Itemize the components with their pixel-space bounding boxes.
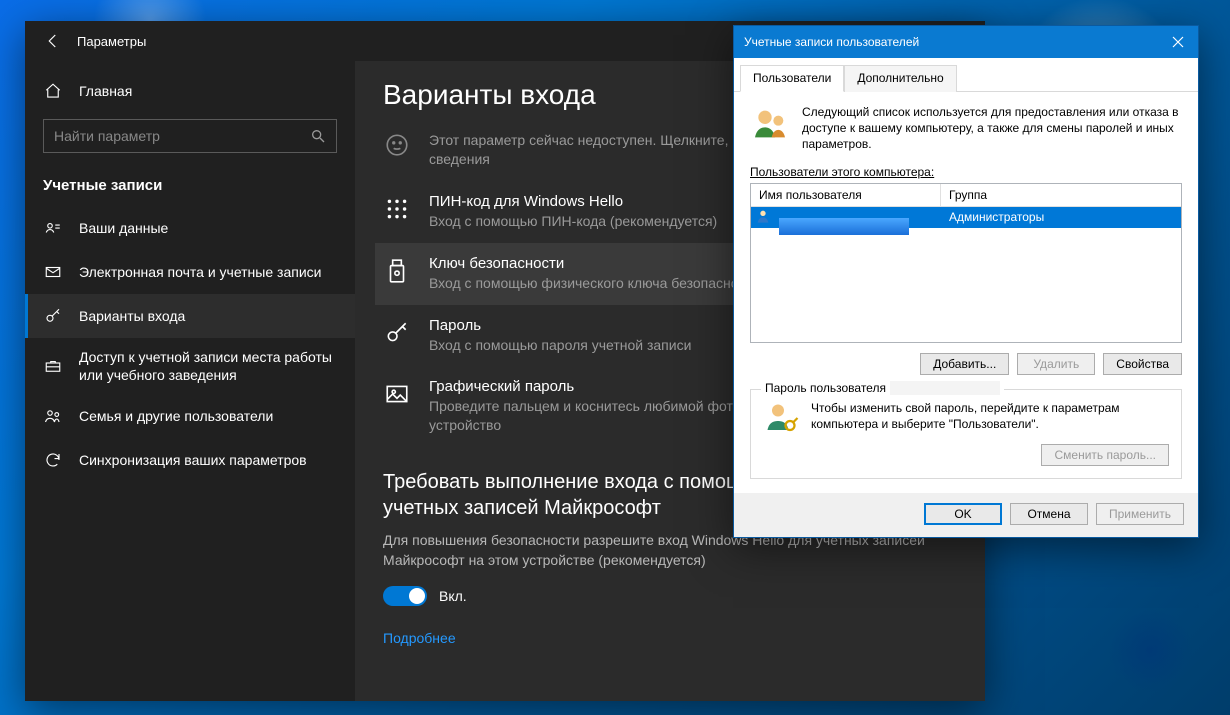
dialog-footer: OK Отмена Применить (734, 493, 1198, 537)
hello-toggle[interactable] (383, 586, 427, 606)
nav-home[interactable]: Главная (25, 69, 355, 113)
key-icon (383, 319, 411, 347)
user-properties-button[interactable]: Свойства (1103, 353, 1182, 375)
redacted-username-small (890, 381, 1000, 395)
user-key-icon (763, 400, 799, 436)
settings-search[interactable] (43, 119, 337, 153)
nav-label: Доступ к учетной записи места работы или… (79, 348, 337, 384)
redacted-username (779, 218, 909, 235)
nav-home-label: Главная (79, 83, 132, 99)
face-icon (383, 131, 411, 159)
nav-family[interactable]: Семья и другие пользователи (25, 394, 355, 438)
sync-icon (43, 450, 63, 470)
search-input[interactable] (54, 128, 310, 144)
user-list[interactable]: Имя пользователя Группа Администраторы (750, 183, 1182, 343)
nav-your-info[interactable]: Ваши данные (25, 206, 355, 250)
users-icon (750, 104, 790, 144)
userlist-label: Пользователи этого компьютера: (750, 165, 1182, 179)
nav-label: Синхронизация ваших параметров (79, 452, 307, 468)
user-row-group: Администраторы (941, 210, 1181, 224)
userlist-header: Имя пользователя Группа (751, 184, 1181, 207)
back-button[interactable] (41, 29, 65, 53)
nav-email[interactable]: Электронная почта и учетные записи (25, 250, 355, 294)
keypad-icon (383, 195, 411, 223)
nav-signin-options[interactable]: Варианты входа (25, 294, 355, 338)
key-icon (43, 306, 63, 326)
settings-sidebar: Главная Учетные записи Ваши данные Элек (25, 61, 355, 701)
user-row-icon (755, 208, 773, 226)
settings-title: Параметры (77, 34, 146, 49)
dialog-body: Следующий список используется для предос… (734, 92, 1198, 493)
toggle-label: Вкл. (439, 588, 467, 604)
dialog-intro-text: Следующий список используется для предос… (802, 104, 1182, 153)
dialog-title: Учетные записи пользователей (744, 35, 919, 49)
nav-label: Ваши данные (79, 220, 168, 236)
dialog-tabs: Пользователи Дополнительно (734, 58, 1198, 92)
nav-label: Семья и другие пользователи (79, 408, 273, 424)
nav-label: Электронная почта и учетные записи (79, 264, 321, 280)
nav-work-access[interactable]: Доступ к учетной записи места работы или… (25, 338, 355, 394)
sidebar-section-label: Учетные записи (25, 167, 355, 206)
user-row[interactable]: Администраторы (751, 207, 1181, 228)
col-username[interactable]: Имя пользователя (751, 184, 941, 206)
person-card-icon (43, 218, 63, 238)
tab-users[interactable]: Пользователи (740, 65, 844, 92)
user-accounts-dialog: Учетные записи пользователей Пользовател… (733, 25, 1199, 538)
col-group[interactable]: Группа (941, 184, 1181, 206)
search-icon (310, 128, 326, 144)
nav-sync[interactable]: Синхронизация ваших параметров (25, 438, 355, 482)
briefcase-icon (43, 356, 63, 376)
remove-user-button: Удалить (1017, 353, 1095, 375)
add-user-button[interactable]: Добавить... (920, 353, 1009, 375)
dialog-titlebar: Учетные записи пользователей (734, 26, 1198, 58)
usb-key-icon (383, 257, 411, 285)
mail-icon (43, 262, 63, 282)
people-icon (43, 406, 63, 426)
learn-more-link[interactable]: Подробнее (383, 630, 456, 646)
home-icon (43, 81, 63, 101)
password-fieldset: Пароль пользователя Чтобы изменить свой … (750, 389, 1182, 479)
picture-icon (383, 380, 411, 408)
cancel-button[interactable]: Отмена (1010, 503, 1088, 525)
tab-advanced[interactable]: Дополнительно (844, 65, 956, 92)
apply-button: Применить (1096, 503, 1184, 525)
nav-label: Варианты входа (79, 308, 185, 324)
password-hint-text: Чтобы изменить свой пароль, перейдите к … (811, 400, 1169, 432)
change-password-button: Сменить пароль... (1041, 444, 1169, 466)
ok-button[interactable]: OK (924, 503, 1002, 525)
password-legend: Пароль пользователя (765, 381, 886, 395)
dialog-close-button[interactable] (1158, 26, 1198, 58)
